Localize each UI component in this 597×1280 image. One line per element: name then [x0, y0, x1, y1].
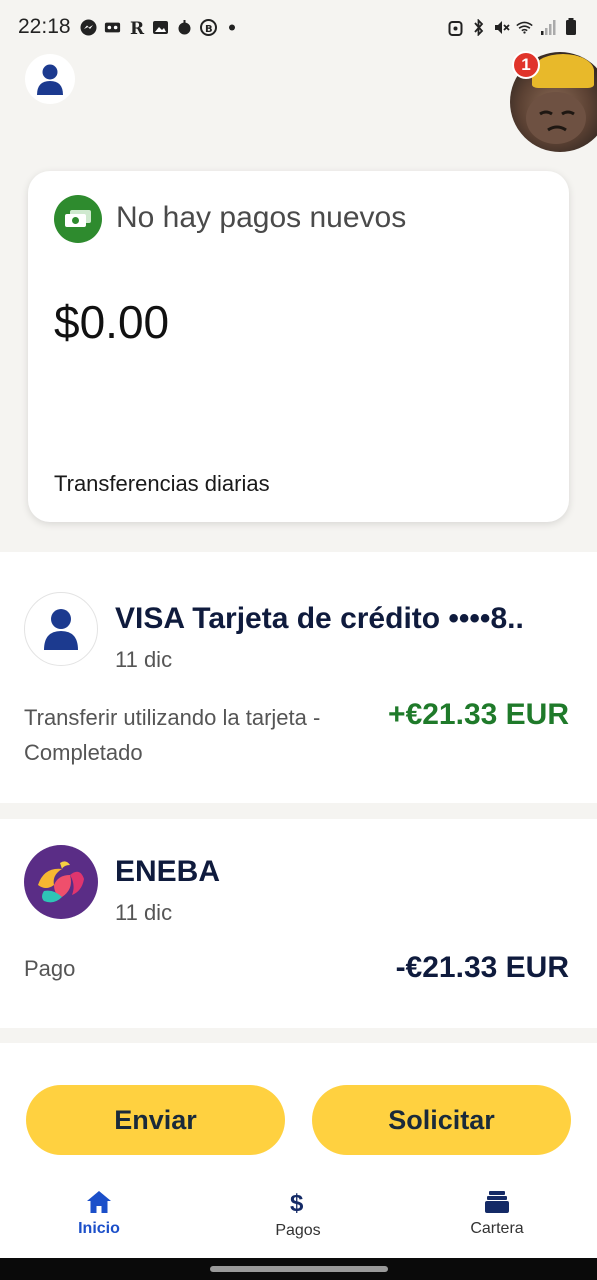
payments-card-title: No hay pagos nuevos: [116, 201, 407, 234]
alarm-icon: [447, 19, 464, 36]
nav-item-payments[interactable]: $ Pagos: [238, 1190, 358, 1240]
nav-label-wallet: Cartera: [470, 1220, 524, 1237]
status-bar: 22:18 R B: [0, 0, 597, 54]
gallery-icon: [152, 19, 169, 36]
send-button[interactable]: Enviar: [26, 1085, 285, 1155]
status-bar-right: [447, 18, 579, 36]
transaction-description: Pago: [24, 956, 76, 981]
request-button[interactable]: Solicitar: [312, 1085, 571, 1155]
transaction-row[interactable]: VISA Tarjeta de crédito ••••8.. 11 dic T…: [0, 552, 597, 803]
wifi-icon: [516, 19, 533, 36]
payments-summary-card[interactable]: No hay pagos nuevos $0.00 Transferencias…: [28, 171, 569, 522]
payments-card-subtitle: Transferencias diarias: [54, 471, 270, 496]
person-icon: [37, 64, 63, 95]
nav-item-home[interactable]: Inicio: [39, 1190, 159, 1238]
transaction-date: 11 dic: [115, 900, 173, 925]
b-app-icon: B: [199, 18, 217, 36]
home-icon: [87, 1191, 111, 1213]
system-gesture-area: [0, 1258, 597, 1280]
r-app-icon: R: [128, 19, 145, 36]
svg-text:B: B: [205, 24, 213, 35]
nav-label-payments: Pagos: [275, 1222, 321, 1239]
mute-icon: [493, 19, 510, 36]
svg-text:$: $: [290, 1190, 304, 1216]
cash-icon: [54, 195, 102, 243]
transaction-date: 11 dic: [115, 647, 173, 672]
transaction-avatar: [24, 592, 98, 666]
account-avatar[interactable]: [25, 54, 75, 104]
transaction-name: VISA Tarjeta de crédito ••••8..: [115, 602, 524, 635]
nav-label-home: Inicio: [78, 1220, 120, 1237]
svg-text:R: R: [130, 19, 145, 36]
transaction-amount: +€21.33 EUR: [388, 698, 569, 731]
dot-icon: [224, 19, 241, 36]
wallet-icon: [485, 1191, 509, 1213]
bluetooth-icon: [470, 18, 487, 36]
dollar-icon: $: [290, 1190, 304, 1216]
transaction-avatar: [24, 845, 98, 919]
transaction-name: ENEBA: [115, 855, 221, 888]
home-gesture-handle[interactable]: [210, 1266, 388, 1272]
payments-card-amount: $0.00: [54, 296, 170, 348]
notification-badge: 1: [512, 51, 540, 79]
eneba-logo-icon: [24, 845, 98, 919]
transaction-amount: -€21.33 EUR: [395, 951, 569, 984]
transaction-description: Transferir utilizando la tarjeta - Compl…: [24, 705, 321, 765]
nav-item-wallet[interactable]: Cartera: [437, 1190, 557, 1238]
transaction-row[interactable]: ENEBA 11 dic Pago -€21.33 EUR: [0, 819, 597, 1028]
bottom-nav: Inicio $ Pagos Cartera: [0, 1176, 597, 1258]
status-bar-left: 22:18 R B: [18, 15, 241, 39]
battery-icon: [562, 18, 579, 36]
signal-icon: [539, 19, 556, 36]
bug-icon: [176, 19, 193, 36]
status-time: 22:18: [18, 15, 71, 38]
person-icon: [44, 609, 78, 650]
voicemail-icon: [104, 19, 121, 36]
messenger-icon: [80, 19, 97, 36]
